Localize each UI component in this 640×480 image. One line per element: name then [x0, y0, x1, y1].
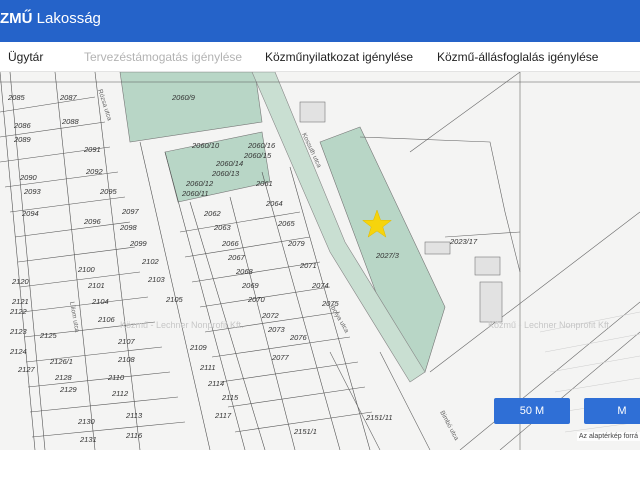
- parcel-highlight: [119, 72, 263, 143]
- parcel-label: 2085: [7, 93, 26, 102]
- parcel-label: 2102: [141, 257, 160, 266]
- parcel-label: 2060/12: [185, 179, 214, 188]
- parcel-label: 2062: [203, 209, 222, 218]
- parcel-label: 2087: [59, 93, 78, 102]
- street-label: Ibolya utca: [328, 304, 350, 335]
- map-canvas[interactable]: 2085 2087 2086 2088 2089 2091 2090 2092 …: [0, 72, 640, 450]
- parcel-label: 2111: [199, 363, 216, 372]
- parcel-label: 2126/1: [49, 357, 73, 366]
- parcel-label: 2121: [11, 297, 29, 306]
- parcel-label: 2117: [214, 411, 232, 420]
- app-brand[interactable]: ZMŰ Lakosság: [0, 10, 101, 27]
- parcel-label: 2103: [147, 275, 166, 284]
- parcel-label: 2065: [277, 219, 296, 228]
- parcel-label: 2114: [207, 379, 224, 388]
- parcel-label: 2061: [255, 179, 273, 188]
- parcel-label: 2120: [11, 277, 30, 286]
- parcel-label: 2151/1: [293, 427, 317, 436]
- watermarks: Közmű - Lechner Nonprofit Kft. Közmű - L…: [120, 320, 610, 330]
- parcel-label: 2067: [227, 253, 246, 262]
- parcel-label: 2113: [125, 411, 143, 420]
- parcel-label: 2060/16: [247, 141, 276, 150]
- parcel-label: 2060/14: [215, 159, 243, 168]
- parcel-label: 2060/9: [171, 93, 196, 102]
- parcel-label: 2088: [61, 117, 80, 126]
- parcel-label: 2127: [17, 365, 36, 374]
- parcel-label: 2069: [241, 281, 260, 290]
- parcel-label: 2060/15: [243, 151, 272, 160]
- scale-m-button[interactable]: M: [584, 398, 640, 424]
- parcel-label: 2128: [54, 373, 73, 382]
- parcel-label: 2104: [91, 297, 109, 306]
- parcel-label: 2115: [221, 393, 239, 402]
- cadastral-map[interactable]: 2085 2087 2086 2088 2089 2091 2090 2092 …: [0, 72, 640, 450]
- scale-50m-button[interactable]: 50 M: [494, 398, 570, 424]
- parcel-label: 2125: [39, 331, 58, 340]
- main-tabs: Ügytár Tervezéstámogatás igénylése Közmű…: [0, 42, 640, 72]
- parcel-label: 2068: [235, 267, 254, 276]
- parcel-label: 2101: [87, 281, 105, 290]
- parcel-label: 2107: [117, 337, 136, 346]
- parcel-label: 2089: [13, 135, 32, 144]
- parcel-label: 2097: [121, 207, 140, 216]
- parcel-label: 2116: [125, 431, 143, 440]
- parcel-label: 2086: [13, 121, 32, 130]
- tab-kozmunyilatkozat[interactable]: Közműnyilatkozat igénylése: [265, 50, 413, 64]
- parcel-label: 2124: [9, 347, 27, 356]
- parcel-label: 2094: [21, 209, 39, 218]
- parcel-label: 2099: [129, 239, 148, 248]
- street-label: Liliom utca: [68, 301, 80, 333]
- parcel-label: 2066: [221, 239, 240, 248]
- parcel-label: 2060/10: [191, 141, 220, 150]
- parcel-label: 2122: [9, 307, 28, 316]
- parcel-label: 2108: [117, 355, 136, 364]
- parcel-label: 2092: [85, 167, 104, 176]
- parcel-label: 2093: [23, 187, 42, 196]
- parcel-label: 2064: [265, 199, 283, 208]
- parcel-label: 2070: [247, 295, 266, 304]
- parcel-label: 2098: [119, 223, 138, 232]
- parcel-label: 2077: [271, 353, 290, 362]
- parcel-label: 2112: [111, 389, 129, 398]
- parcel-label: 2091: [83, 145, 101, 154]
- parcel-label: 2109: [189, 343, 208, 352]
- map-attribution[interactable]: Az alaptérkép forrá: [576, 432, 640, 441]
- parcel-label: 2027/3: [375, 251, 400, 260]
- parcel-label: 2074: [311, 281, 329, 290]
- parcel-label: 2071: [299, 261, 317, 270]
- parcel-label: 2073: [267, 325, 286, 334]
- brand-subtitle: Lakosság: [32, 10, 101, 27]
- parcel-label: 2123: [9, 327, 28, 336]
- parcel-lines: [0, 72, 640, 450]
- app-header: ZMŰ Lakosság: [0, 0, 640, 42]
- tab-ugytar[interactable]: Ügytár: [8, 50, 43, 64]
- parcel-label: 2096: [83, 217, 102, 226]
- page-footer: [0, 450, 640, 480]
- parcel-label: 2090: [19, 173, 38, 182]
- parcel-label: 2129: [59, 385, 78, 394]
- tab-tervezestamogatas: Tervezéstámogatás igénylése: [84, 50, 243, 64]
- parcel-label: 2100: [77, 265, 96, 274]
- watermark: Közmű - Lechner Nonprofit Kft.: [120, 320, 244, 330]
- parcel-label: 2076: [289, 333, 308, 342]
- parcel-label: 2106: [97, 315, 116, 324]
- parcel-label: 2105: [165, 295, 184, 304]
- parcel-label: 2060/13: [211, 169, 240, 178]
- parcel-label: 2023/17: [449, 237, 478, 246]
- parcel-label: 2072: [261, 311, 280, 320]
- parcel-label: 2095: [99, 187, 118, 196]
- watermark: Közmű - Lechner Nonprofit Kft: [488, 320, 610, 330]
- tab-kozmu-allasfoglalas[interactable]: Közmű-állásfoglalás igénylése: [437, 50, 598, 64]
- street-label: Rózsa utca: [96, 88, 113, 121]
- street-label: Bimbó utca: [438, 410, 460, 442]
- parcel-label: 2060/11: [181, 189, 209, 198]
- parcel-label: 2063: [213, 223, 232, 232]
- parcel-label: 2130: [77, 417, 96, 426]
- parcel-label: 2079: [287, 239, 306, 248]
- brand-name: ZMŰ: [0, 10, 33, 27]
- parcel-label: 2110: [107, 373, 125, 382]
- parcel-label: 2131: [79, 435, 97, 444]
- parcel-label: 2151/11: [365, 413, 393, 422]
